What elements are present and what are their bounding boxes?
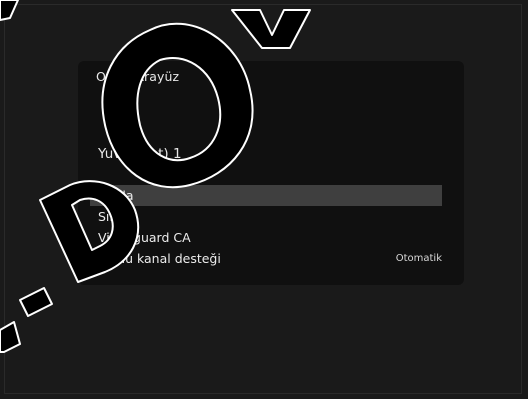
menu-item-reset-1[interactable]: Sıfırla [90,185,442,206]
menu-item-multichannel-support[interactable]: Çoklu kanal desteği Otomatik [90,248,442,269]
ci-menu: Sıfırla Sıfırla Videoguard CA Çoklu kana… [90,185,442,269]
slot-title: Yuva (slot) 1 [98,146,182,162]
panel-title: Ortak Arayüz [96,69,180,84]
menu-item-label: Çoklu kanal desteği [98,251,221,266]
menu-item-label: Videoguard CA [98,230,191,245]
menu-item-label: Sıfırla [98,188,134,203]
menu-item-label: Sıfırla [98,209,134,224]
menu-item-videoguard-ca[interactable]: Videoguard CA [90,227,442,248]
common-interface-panel: Ortak Arayüz Yuva (slot) 1 Sıfırla Sıfır… [78,61,464,285]
menu-item-reset-2[interactable]: Sıfırla [90,206,442,227]
tv-screen: Ortak Arayüz Yuva (slot) 1 Sıfırla Sıfır… [0,0,528,399]
menu-item-value: Otomatik [395,253,442,264]
